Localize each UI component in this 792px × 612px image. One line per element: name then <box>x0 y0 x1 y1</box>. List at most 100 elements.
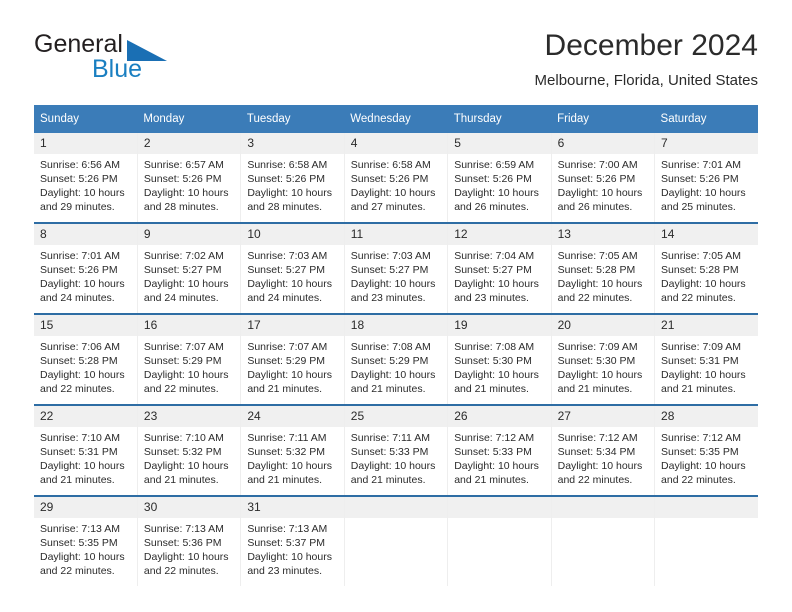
daylight-text-line1: Daylight: 10 hours <box>40 551 125 563</box>
day-number: 23 <box>137 406 241 427</box>
daylight-text-line2: and 23 minutes. <box>454 292 529 304</box>
daylight-text-line1: Daylight: 10 hours <box>40 460 125 472</box>
day-cell[interactable]: 24 Sunrise: 7:11 AM Sunset: 5:32 PM Dayl… <box>240 405 345 497</box>
weekday-header-wednesday: Wednesday <box>344 105 448 133</box>
general-blue-logo[interactable]: General Blue <box>34 28 234 90</box>
sunrise-text: Sunrise: 7:12 AM <box>661 432 741 444</box>
sunset-text: Sunset: 5:34 PM <box>557 446 636 458</box>
sunset-text: Sunset: 5:29 PM <box>247 355 325 367</box>
day-cell[interactable]: 13 Sunrise: 7:05 AM Sunset: 5:28 PM Dayl… <box>551 223 656 315</box>
day-cell[interactable]: 25 Sunrise: 7:11 AM Sunset: 5:33 PM Dayl… <box>344 405 449 497</box>
day-cell[interactable]: 1 Sunrise: 6:56 AM Sunset: 5:26 PM Dayli… <box>34 133 138 224</box>
day-cell[interactable]: 10 Sunrise: 7:03 AM Sunset: 5:27 PM Dayl… <box>240 223 345 315</box>
title-block: December 2024 Melbourne, Florida, United… <box>535 28 758 92</box>
sunset-text: Sunset: 5:33 PM <box>350 446 429 458</box>
day-cell[interactable]: 4 Sunrise: 6:58 AM Sunset: 5:26 PM Dayli… <box>344 133 449 224</box>
sunset-text: Sunset: 5:26 PM <box>40 173 118 185</box>
day-cell[interactable]: 16 Sunrise: 7:07 AM Sunset: 5:29 PM Dayl… <box>137 314 242 406</box>
daylight-text-line1: Daylight: 10 hours <box>143 460 229 472</box>
day-number: 27 <box>551 406 655 427</box>
daylight-text-line1: Daylight: 10 hours <box>557 278 643 290</box>
daylight-text-line2: and 21 minutes. <box>350 383 426 395</box>
day-cell[interactable]: 14 Sunrise: 7:05 AM Sunset: 5:28 PM Dayl… <box>654 223 758 315</box>
day-number: 4 <box>344 133 448 154</box>
sunset-text: Sunset: 5:26 PM <box>350 173 429 185</box>
daylight-text-line1: Daylight: 10 hours <box>143 369 229 381</box>
calendar-header-row: Sunday Monday Tuesday Wednesday Thursday… <box>34 105 758 133</box>
sunset-text: Sunset: 5:32 PM <box>143 446 222 458</box>
day-number: 21 <box>655 315 758 336</box>
daylight-text-line2: and 23 minutes. <box>350 292 426 304</box>
day-cell[interactable]: 17 Sunrise: 7:07 AM Sunset: 5:29 PM Dayl… <box>240 314 345 406</box>
daylight-text-line1: Daylight: 10 hours <box>661 187 746 199</box>
page-title: December 2024 <box>544 29 758 62</box>
day-cell[interactable]: 29 Sunrise: 7:13 AM Sunset: 5:35 PM Dayl… <box>34 496 138 586</box>
daylight-text-line1: Daylight: 10 hours <box>557 369 643 381</box>
sunrise-text: Sunrise: 7:06 AM <box>40 341 120 353</box>
daylight-text-line1: Daylight: 10 hours <box>40 369 125 381</box>
daylight-text-line1: Daylight: 10 hours <box>661 460 746 472</box>
sunset-text: Sunset: 5:27 PM <box>143 264 222 276</box>
day-cell[interactable]: 15 Sunrise: 7:06 AM Sunset: 5:28 PM Dayl… <box>34 314 138 406</box>
day-cell[interactable]: 12 Sunrise: 7:04 AM Sunset: 5:27 PM Dayl… <box>447 223 552 315</box>
daylight-text-line2: and 26 minutes. <box>454 201 529 213</box>
daylight-text-line2: and 21 minutes. <box>661 383 736 395</box>
day-cell[interactable]: 8 Sunrise: 7:01 AM Sunset: 5:26 PM Dayli… <box>34 223 138 315</box>
daylight-text-line2: and 22 minutes. <box>557 474 633 486</box>
day-cell[interactable]: 2 Sunrise: 6:57 AM Sunset: 5:26 PM Dayli… <box>137 133 242 224</box>
day-details: Sunrise: 7:04 AM Sunset: 5:27 PM Dayligh… <box>448 245 550 313</box>
day-number: 13 <box>551 224 655 245</box>
day-number: 31 <box>241 497 344 518</box>
sunset-text: Sunset: 5:26 PM <box>454 173 532 185</box>
daylight-text-line1: Daylight: 10 hours <box>454 278 539 290</box>
day-number: 16 <box>137 315 241 336</box>
sunrise-text: Sunrise: 6:59 AM <box>454 159 535 171</box>
day-cell[interactable]: 3 Sunrise: 6:58 AM Sunset: 5:26 PM Dayli… <box>240 133 345 224</box>
day-cell[interactable]: 31 Sunrise: 7:13 AM Sunset: 5:37 PM Dayl… <box>240 496 345 586</box>
day-details: Sunrise: 6:58 AM Sunset: 5:26 PM Dayligh… <box>241 154 343 222</box>
day-cell[interactable]: 30 Sunrise: 7:13 AM Sunset: 5:36 PM Dayl… <box>137 496 242 586</box>
day-cell[interactable]: 28 Sunrise: 7:12 AM Sunset: 5:35 PM Dayl… <box>654 405 758 497</box>
sunrise-text: Sunrise: 7:07 AM <box>247 341 328 353</box>
day-cell[interactable]: 6 Sunrise: 7:00 AM Sunset: 5:26 PM Dayli… <box>551 133 656 224</box>
daylight-text-line1: Daylight: 10 hours <box>350 187 436 199</box>
day-cell[interactable]: 7 Sunrise: 7:01 AM Sunset: 5:26 PM Dayli… <box>654 133 758 224</box>
sunset-text: Sunset: 5:35 PM <box>661 446 739 458</box>
day-cell[interactable]: 5 Sunrise: 6:59 AM Sunset: 5:26 PM Dayli… <box>447 133 552 224</box>
sunset-text: Sunset: 5:27 PM <box>247 264 325 276</box>
day-cell[interactable]: 19 Sunrise: 7:08 AM Sunset: 5:30 PM Dayl… <box>447 314 552 406</box>
sunrise-text: Sunrise: 7:07 AM <box>143 341 224 353</box>
day-cell[interactable]: 21 Sunrise: 7:09 AM Sunset: 5:31 PM Dayl… <box>654 314 758 406</box>
day-cell[interactable]: 23 Sunrise: 7:10 AM Sunset: 5:32 PM Dayl… <box>137 405 242 497</box>
day-details: Sunrise: 7:06 AM Sunset: 5:28 PM Dayligh… <box>34 336 137 404</box>
day-cell[interactable]: 27 Sunrise: 7:12 AM Sunset: 5:34 PM Dayl… <box>551 405 656 497</box>
day-cell-empty <box>344 496 449 586</box>
daylight-text-line1: Daylight: 10 hours <box>661 369 746 381</box>
sunrise-text: Sunrise: 7:03 AM <box>247 250 328 262</box>
day-number: 7 <box>655 133 758 154</box>
day-number: 3 <box>241 133 344 154</box>
day-cell[interactable]: 18 Sunrise: 7:08 AM Sunset: 5:29 PM Dayl… <box>344 314 449 406</box>
day-cell[interactable]: 22 Sunrise: 7:10 AM Sunset: 5:31 PM Dayl… <box>34 405 138 497</box>
calendar-week-row: 22 Sunrise: 7:10 AM Sunset: 5:31 PM Dayl… <box>34 405 758 497</box>
sunset-text: Sunset: 5:36 PM <box>143 537 222 549</box>
sunset-text: Sunset: 5:26 PM <box>247 173 325 185</box>
day-number: 22 <box>34 406 137 427</box>
sunrise-text: Sunrise: 7:12 AM <box>454 432 535 444</box>
day-number: 12 <box>448 224 551 245</box>
day-number: 20 <box>551 315 655 336</box>
day-cell[interactable]: 26 Sunrise: 7:12 AM Sunset: 5:33 PM Dayl… <box>447 405 552 497</box>
day-details: Sunrise: 7:01 AM Sunset: 5:26 PM Dayligh… <box>34 245 137 313</box>
daylight-text-line1: Daylight: 10 hours <box>661 278 746 290</box>
day-details: Sunrise: 7:09 AM Sunset: 5:31 PM Dayligh… <box>655 336 758 404</box>
sunrise-text: Sunrise: 7:13 AM <box>40 523 120 535</box>
day-number <box>344 497 448 518</box>
day-cell[interactable]: 11 Sunrise: 7:03 AM Sunset: 5:27 PM Dayl… <box>344 223 449 315</box>
day-cell[interactable]: 9 Sunrise: 7:02 AM Sunset: 5:27 PM Dayli… <box>137 223 242 315</box>
day-details: Sunrise: 7:08 AM Sunset: 5:30 PM Dayligh… <box>448 336 550 404</box>
day-number: 18 <box>344 315 448 336</box>
sunset-text: Sunset: 5:27 PM <box>454 264 532 276</box>
day-cell[interactable]: 20 Sunrise: 7:09 AM Sunset: 5:30 PM Dayl… <box>551 314 656 406</box>
day-details: Sunrise: 7:07 AM Sunset: 5:29 PM Dayligh… <box>241 336 343 404</box>
daylight-text-line2: and 22 minutes. <box>40 565 115 577</box>
